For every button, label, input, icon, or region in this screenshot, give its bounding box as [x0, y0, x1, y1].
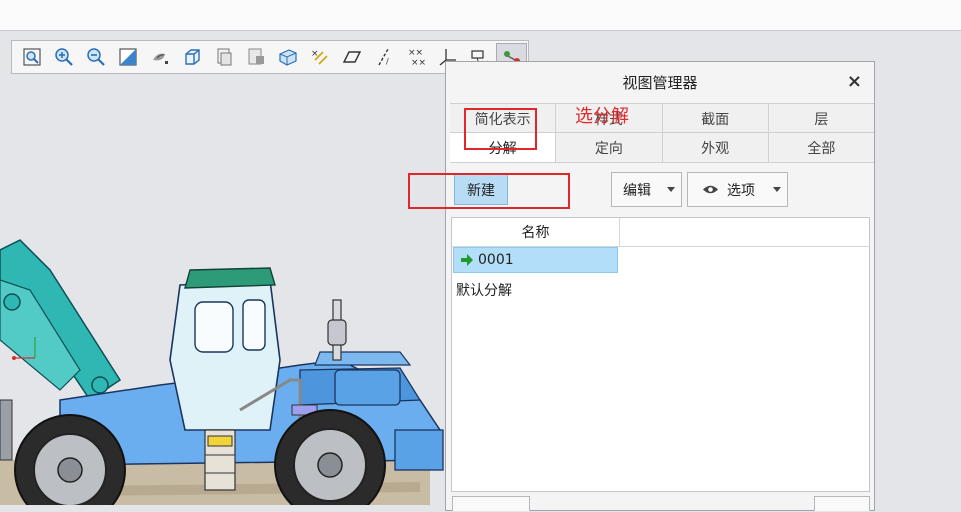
- plane-display-icon[interactable]: [336, 43, 367, 71]
- chevron-down-icon: [667, 187, 675, 192]
- options-dropdown[interactable]: 选项: [687, 172, 788, 207]
- eye-icon: [703, 185, 718, 194]
- column-header-name[interactable]: 名称: [452, 218, 620, 246]
- tab-layer[interactable]: 层: [768, 104, 874, 133]
- perspective-icon[interactable]: [272, 43, 303, 71]
- vehicle-model-viewport[interactable]: [0, 230, 450, 505]
- axis-display-icon[interactable]: /: [368, 43, 399, 71]
- view-manager-icon[interactable]: [208, 43, 239, 71]
- active-arrow-icon: [461, 254, 473, 266]
- annotation-text: 选分解: [575, 106, 629, 127]
- zoom-fit-icon[interactable]: [16, 43, 47, 71]
- list-item-label: 0001: [478, 252, 514, 268]
- zoom-out-icon[interactable]: [80, 43, 111, 71]
- tab-appearance[interactable]: 外观: [662, 133, 769, 162]
- section-icon[interactable]: [240, 43, 271, 71]
- dialog-bottom-buttons: [450, 496, 870, 512]
- tab-all[interactable]: 全部: [768, 133, 874, 162]
- top-window-bar: [0, 0, 961, 31]
- datum-display-icon[interactable]: ×: [304, 43, 335, 71]
- tab-section[interactable]: 截面: [662, 104, 769, 133]
- tab-orient[interactable]: 定向: [556, 133, 663, 162]
- list-header: 名称: [452, 218, 869, 247]
- list-item[interactable]: 默认分解: [456, 280, 512, 300]
- options-label: 选项: [727, 182, 755, 199]
- list-item-label: 默认分解: [456, 283, 512, 299]
- bottom-right-button[interactable]: [814, 496, 870, 511]
- edit-label: 编辑: [623, 182, 651, 199]
- point-display-icon[interactable]: ×× ××: [400, 43, 431, 71]
- close-icon[interactable]: ×: [847, 71, 862, 92]
- repaint-icon[interactable]: [112, 43, 143, 71]
- dialog-title-bar[interactable]: 视图管理器 ×: [446, 62, 874, 102]
- svg-text:××: ××: [411, 58, 426, 68]
- dialog-title: 视图管理器: [622, 73, 698, 92]
- chevron-down-icon: [773, 187, 781, 192]
- explode-state-list: 名称 0001 默认分解: [451, 217, 870, 492]
- svg-text:/: /: [386, 57, 389, 66]
- display-style-icon[interactable]: [144, 43, 175, 71]
- edit-dropdown[interactable]: 编辑: [611, 172, 682, 207]
- saved-orientation-icon[interactable]: [176, 43, 207, 71]
- list-item[interactable]: 0001: [453, 247, 618, 273]
- bottom-left-button[interactable]: [452, 496, 530, 511]
- svg-text:××: ××: [408, 48, 423, 58]
- annotation-box-explode-tab: [464, 108, 537, 150]
- zoom-in-icon[interactable]: [48, 43, 79, 71]
- annotation-box-new-button: [408, 173, 570, 209]
